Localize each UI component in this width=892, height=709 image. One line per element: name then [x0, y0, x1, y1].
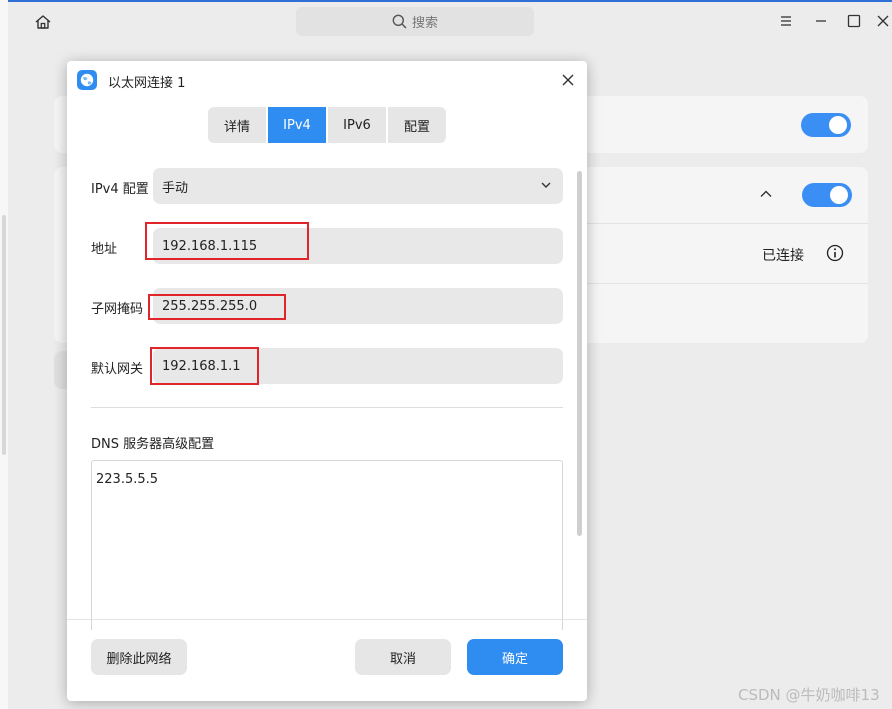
- info-icon[interactable]: [826, 244, 844, 262]
- wired-network-toggle[interactable]: [801, 113, 851, 137]
- delete-network-button[interactable]: 删除此网络: [91, 639, 187, 675]
- subnet-highlight-box: [148, 294, 286, 320]
- home-icon[interactable]: [34, 13, 52, 31]
- ipv4-method-select[interactable]: 手动: [153, 168, 563, 204]
- gateway-highlight-box: [150, 347, 259, 385]
- section-divider: [91, 407, 563, 408]
- dns-value: 223.5.5.5: [96, 472, 159, 487]
- ipv4-method-value: 手动: [162, 180, 189, 196]
- card-divider: [587, 223, 868, 224]
- card-divider: [587, 283, 868, 284]
- close-icon: [877, 15, 889, 27]
- close-window-button[interactable]: [876, 12, 890, 30]
- menu-icon: [781, 16, 791, 26]
- footer-divider: [67, 619, 587, 620]
- tab-bar: 详情 IPv4 IPv6 配置: [208, 107, 446, 143]
- search-icon: [392, 14, 407, 29]
- ipv4-config-label: IPv4 配置: [91, 182, 149, 197]
- maximize-button[interactable]: [845, 12, 863, 30]
- dialog-scrollbar[interactable]: [577, 171, 582, 536]
- tab-config[interactable]: 配置: [388, 107, 446, 143]
- minimize-icon: [816, 20, 826, 22]
- search-box[interactable]: 搜索: [296, 7, 534, 36]
- maximize-icon: [847, 14, 861, 28]
- ethernet-toggle[interactable]: [802, 183, 852, 207]
- address-label: 地址: [91, 242, 118, 257]
- minimize-button[interactable]: [812, 12, 830, 30]
- network-globe-icon: [77, 70, 97, 90]
- gateway-label: 默认网关: [91, 362, 144, 377]
- address-highlight-box: [145, 222, 309, 260]
- menu-button[interactable]: [777, 12, 795, 30]
- cancel-button[interactable]: 取消: [355, 639, 451, 675]
- dns-section-label: DNS 服务器高级配置: [91, 437, 215, 452]
- left-scrollbar[interactable]: [2, 215, 6, 455]
- dns-textarea[interactable]: 223.5.5.5: [91, 460, 563, 630]
- confirm-button[interactable]: 确定: [467, 639, 563, 675]
- chevron-down-icon: [541, 182, 551, 188]
- subnet-mask-label: 子网掩码: [91, 302, 144, 317]
- close-icon[interactable]: [559, 71, 577, 89]
- chevron-up-icon[interactable]: [758, 186, 774, 202]
- search-placeholder: 搜索: [411, 16, 438, 31]
- network-settings-dialog: 以太网连接 1 详情 IPv4 IPv6 配置 IPv4 配置 手动 地址 19…: [67, 61, 587, 701]
- tab-details[interactable]: 详情: [208, 107, 266, 143]
- tab-ipv4[interactable]: IPv4: [268, 107, 326, 143]
- top-accent-line: [0, 0, 892, 2]
- dialog-title: 以太网连接 1: [108, 76, 186, 91]
- tab-ipv6[interactable]: IPv6: [328, 107, 386, 143]
- watermark: CSDN @牛奶咖啡13: [738, 686, 880, 704]
- connection-status: 已连接: [762, 248, 804, 264]
